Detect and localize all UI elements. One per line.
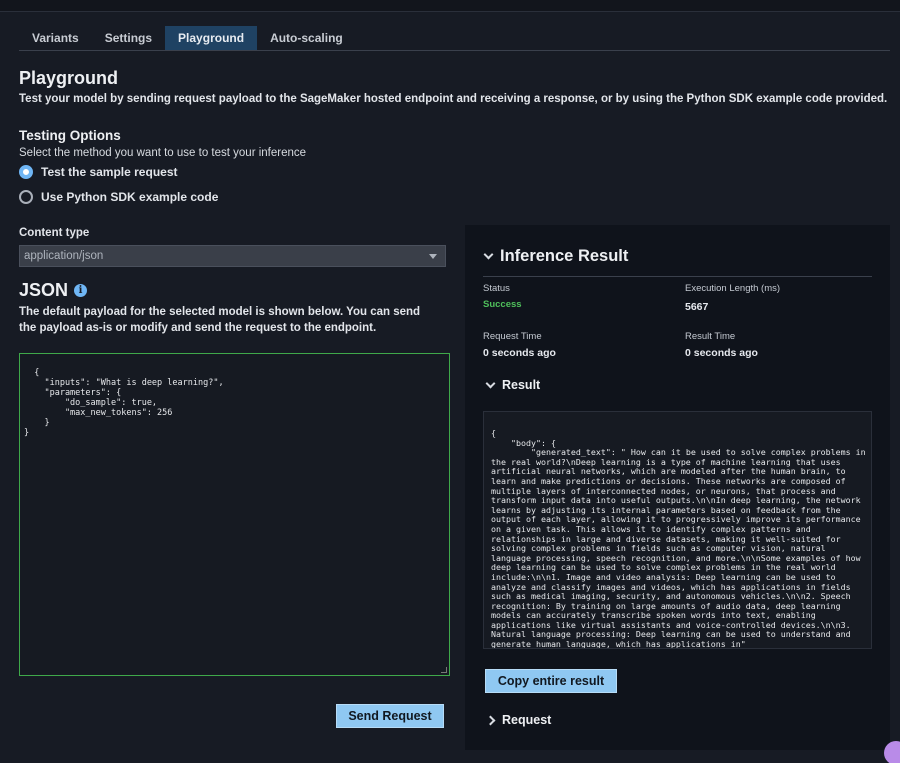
page-title: Playground — [19, 68, 119, 88]
testing-options-title: Testing Options — [19, 128, 121, 143]
inference-result-panel: Inference Result Status Success Executio… — [465, 225, 890, 750]
radio-button-checked[interactable] — [19, 165, 33, 179]
result-time-value: 0 seconds ago — [685, 347, 758, 359]
inference-result-title: Inference Result — [500, 247, 629, 265]
radio-python-sdk[interactable]: Use Python SDK example code — [19, 190, 218, 204]
json-description: The default payload for the selected mod… — [19, 306, 421, 334]
testing-options-subtitle: Select the method you want to use to tes… — [19, 147, 307, 159]
divider — [483, 276, 872, 277]
execution-length-label: Execution Length (ms) — [685, 283, 781, 294]
result-time-label: Result Time — [685, 331, 736, 342]
request-section-label: Request — [502, 713, 552, 727]
status-label: Status — [483, 283, 510, 294]
radio-label: Use Python SDK example code — [41, 190, 219, 204]
content-type-label: Content type — [19, 227, 90, 239]
page-description: Test your model by sending request paylo… — [19, 93, 888, 105]
request-time-label: Request Time — [483, 331, 542, 342]
content-type-select[interactable]: application/json — [19, 245, 446, 267]
result-output-text: { "body": { "generated_text": " How can … — [491, 428, 866, 649]
execution-length-value: 5667 — [685, 301, 709, 313]
json-title-text: JSON — [19, 280, 69, 300]
inference-result-header[interactable]: Inference Result — [483, 247, 629, 266]
status-value: Success — [483, 299, 522, 310]
radio-test-sample-request[interactable]: Test the sample request — [19, 165, 178, 179]
tab-playground[interactable]: Playground — [165, 26, 258, 50]
json-section-title: JSON i — [19, 280, 88, 301]
caret-down-icon — [429, 254, 437, 259]
info-icon[interactable]: i — [74, 284, 88, 297]
tab-settings[interactable]: Settings — [92, 26, 165, 50]
content-type-value: application/json — [24, 250, 104, 262]
copy-entire-result-button[interactable]: Copy entire result — [485, 669, 617, 693]
request-section-toggle[interactable]: Request — [485, 713, 552, 727]
tab-variants[interactable]: Variants — [19, 26, 92, 50]
send-request-button[interactable]: Send Request — [336, 704, 444, 728]
result-section-toggle[interactable]: Result — [485, 378, 541, 392]
chevron-down-icon — [485, 378, 496, 388]
chevron-right-icon — [485, 715, 496, 725]
tab-auto-scaling[interactable]: Auto-scaling — [257, 26, 356, 50]
result-output-box[interactable]: { "body": { "generated_text": " How can … — [483, 411, 872, 649]
chevron-down-icon — [483, 249, 494, 260]
resize-handle-icon[interactable] — [441, 667, 447, 673]
tab-bar: Variants Settings Playground Auto-scalin… — [19, 26, 890, 51]
top-bar — [0, 0, 900, 12]
payload-text: { "inputs": "What is deep learning?", "p… — [24, 368, 224, 438]
result-section-label: Result — [502, 378, 541, 392]
radio-label: Test the sample request — [41, 165, 178, 179]
request-time-value: 0 seconds ago — [483, 347, 556, 359]
payload-editor[interactable]: { "inputs": "What is deep learning?", "p… — [19, 353, 450, 676]
chat-bubble-icon[interactable] — [884, 741, 900, 763]
radio-button-unchecked[interactable] — [19, 190, 33, 204]
